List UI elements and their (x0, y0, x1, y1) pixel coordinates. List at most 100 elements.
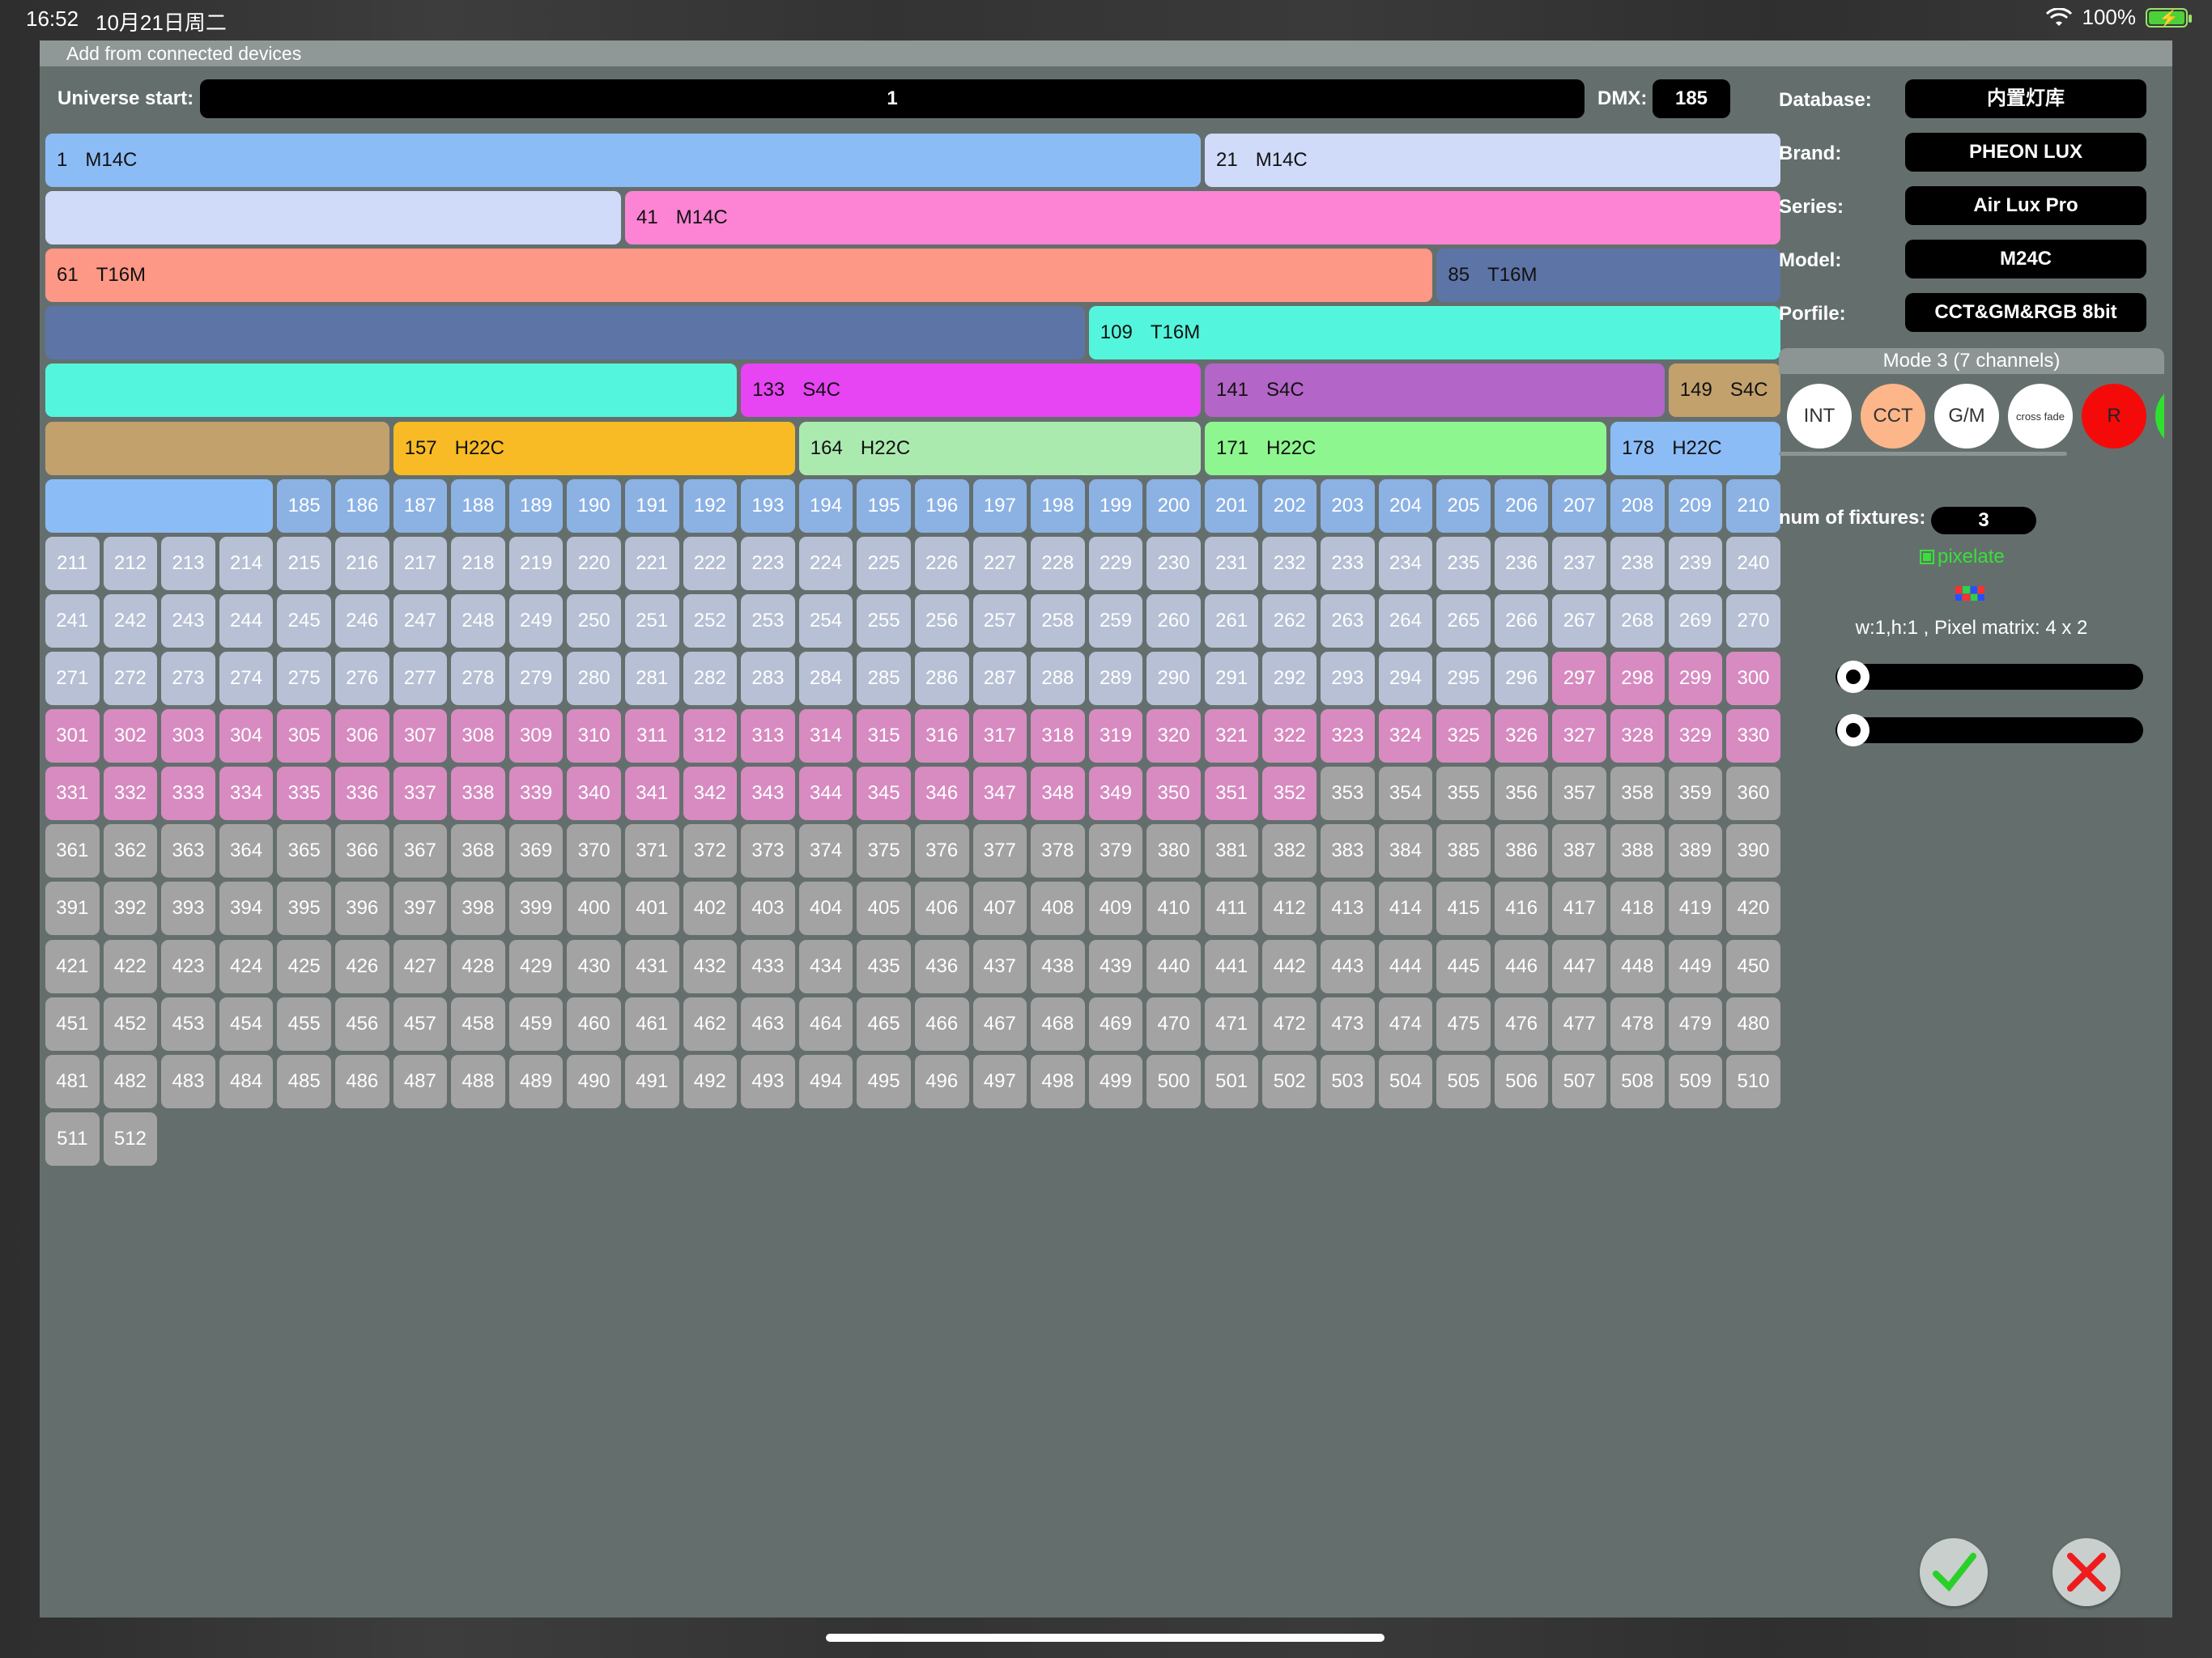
dmx-channel-cell[interactable]: 284 (798, 651, 853, 705)
dmx-channel-cell[interactable]: 232 (1262, 536, 1317, 590)
dmx-channel-cell[interactable]: 430 (567, 939, 621, 993)
dmx-channel-cell[interactable]: 273 (161, 651, 215, 705)
dmx-channel-cell[interactable]: 504 (1378, 1054, 1433, 1108)
dmx-channel-cell[interactable]: 438 (1031, 939, 1085, 993)
dmx-channel-cell[interactable]: 482 (103, 1054, 158, 1108)
dmx-channel-cell[interactable]: 418 (1610, 882, 1665, 936)
dmx-channel-cell[interactable]: 493 (741, 1054, 795, 1108)
dmx-channel-cell[interactable]: 266 (1494, 593, 1549, 648)
dmx-channel-cell[interactable]: 465 (857, 997, 911, 1051)
dmx-channel-cell[interactable]: 385 (1436, 824, 1491, 878)
dmx-channel-cell[interactable]: 332 (103, 767, 158, 821)
dmx-channel-cell[interactable]: 370 (567, 824, 621, 878)
dmx-channel-cell[interactable]: 302 (103, 709, 158, 763)
dmx-channel-cell[interactable]: 491 (624, 1054, 679, 1108)
dmx-channel-cell[interactable]: 189 (508, 478, 564, 533)
channel-cross-fade[interactable]: cross fade (2008, 384, 2073, 449)
dmx-channel-cell[interactable]: 398 (451, 882, 505, 936)
dmx-channel-cell[interactable]: 365 (277, 824, 331, 878)
dmx-channel-cell[interactable]: 431 (624, 939, 679, 993)
dmx-channel-cell[interactable]: 444 (1378, 939, 1433, 993)
dmx-channel-cell[interactable]: 497 (972, 1054, 1027, 1108)
dmx-channel-cell[interactable]: 435 (857, 939, 911, 993)
dmx-channel-cell[interactable]: 249 (508, 593, 564, 648)
dmx-channel-cell[interactable]: 502 (1262, 1054, 1317, 1108)
dmx-channel-cell[interactable]: 250 (567, 593, 621, 648)
dmx-channel-cell[interactable]: 363 (161, 824, 215, 878)
dmx-channel-cell[interactable]: 303 (161, 709, 215, 763)
dmx-channel-cell[interactable]: 394 (219, 882, 274, 936)
dmx-channel-cell[interactable]: 342 (683, 767, 738, 821)
dmx-channel-cell[interactable]: 422 (103, 939, 158, 993)
dmx-channel-cell[interactable]: 192 (683, 478, 738, 533)
channel-int[interactable]: INT (1787, 384, 1852, 449)
dmx-channel-cell[interactable]: 186 (334, 478, 389, 533)
fixture-block[interactable]: 41 M14C (625, 191, 1780, 245)
dmx-channel-cell[interactable]: 337 (393, 767, 448, 821)
dmx-channel-cell[interactable]: 480 (1726, 997, 1780, 1051)
dmx-channel-cell[interactable]: 382 (1262, 824, 1317, 878)
dmx-channel-cell[interactable]: 407 (972, 882, 1027, 936)
dmx-channel-cell[interactable]: 421 (45, 939, 100, 993)
dmx-channel-cell[interactable]: 219 (508, 536, 564, 590)
fixture-block[interactable] (45, 478, 274, 533)
dmx-channel-cell[interactable]: 443 (1321, 939, 1375, 993)
dmx-channel-cell[interactable]: 393 (161, 882, 215, 936)
dmx-channel-cell[interactable]: 381 (1204, 824, 1259, 878)
dmx-channel-cell[interactable]: 321 (1204, 709, 1259, 763)
dmx-channel-cell[interactable]: 501 (1204, 1054, 1259, 1108)
dmx-channel-cell[interactable]: 496 (914, 1054, 969, 1108)
dmx-channel-cell[interactable]: 335 (277, 767, 331, 821)
dmx-channel-cell[interactable]: 254 (798, 593, 853, 648)
dmx-channel-cell[interactable]: 312 (683, 709, 738, 763)
dmx-channel-cell[interactable]: 214 (219, 536, 274, 590)
fixture-block[interactable]: 178 H22C (1610, 421, 1780, 475)
dmx-channel-cell[interactable]: 310 (567, 709, 621, 763)
dmx-channel-cell[interactable]: 488 (451, 1054, 505, 1108)
dmx-channel-cell[interactable]: 414 (1378, 882, 1433, 936)
dmx-channel-cell[interactable]: 355 (1436, 767, 1491, 821)
home-indicator[interactable] (826, 1634, 1385, 1642)
dmx-channel-cell[interactable]: 215 (277, 536, 331, 590)
dmx-channel-cell[interactable]: 364 (219, 824, 274, 878)
dmx-channel-cell[interactable]: 508 (1610, 1054, 1665, 1108)
dmx-channel-cell[interactable]: 271 (45, 651, 100, 705)
dmx-channel-cell[interactable]: 356 (1494, 767, 1549, 821)
dmx-channel-cell[interactable]: 447 (1552, 939, 1607, 993)
dmx-channel-cell[interactable]: 283 (741, 651, 795, 705)
dmx-channel-cell[interactable]: 234 (1378, 536, 1433, 590)
dmx-channel-cell[interactable]: 362 (103, 824, 158, 878)
dmx-channel-cell[interactable]: 264 (1378, 593, 1433, 648)
dmx-channel-cell[interactable]: 262 (1262, 593, 1317, 648)
dmx-channel-cell[interactable]: 338 (451, 767, 505, 821)
dmx-channel-cell[interactable]: 244 (219, 593, 274, 648)
dmx-channel-cell[interactable]: 320 (1146, 709, 1201, 763)
dmx-channel-cell[interactable]: 383 (1321, 824, 1375, 878)
fixture-block[interactable]: 109 T16M (1088, 306, 1780, 360)
dmx-channel-cell[interactable]: 469 (1088, 997, 1143, 1051)
dmx-channel-cell[interactable]: 212 (103, 536, 158, 590)
dmx-channel-cell[interactable]: 336 (334, 767, 389, 821)
dmx-channel-cell[interactable]: 221 (624, 536, 679, 590)
dmx-channel-cell[interactable]: 399 (508, 882, 564, 936)
dmx-channel-cell[interactable]: 377 (972, 824, 1027, 878)
dmx-channel-cell[interactable]: 361 (45, 824, 100, 878)
dmx-channel-cell[interactable]: 390 (1726, 824, 1780, 878)
dmx-channel-cell[interactable]: 218 (451, 536, 505, 590)
dmx-channel-cell[interactable]: 315 (857, 709, 911, 763)
dmx-channel-cell[interactable]: 410 (1146, 882, 1201, 936)
dmx-channel-cell[interactable]: 326 (1494, 709, 1549, 763)
dmx-channel-cell[interactable]: 389 (1668, 824, 1723, 878)
height-slider[interactable] (1836, 714, 2143, 746)
dmx-channel-cell[interactable]: 298 (1610, 651, 1665, 705)
fixture-block[interactable]: 1 M14C (45, 134, 1201, 187)
dmx-channel-cell[interactable]: 429 (508, 939, 564, 993)
dmx-channel-cell[interactable]: 333 (161, 767, 215, 821)
dmx-channel-cell[interactable]: 238 (1610, 536, 1665, 590)
dmx-channel-cell[interactable]: 314 (798, 709, 853, 763)
dmx-channel-cell[interactable]: 327 (1552, 709, 1607, 763)
dmx-channel-cell[interactable]: 328 (1610, 709, 1665, 763)
dmx-channel-cell[interactable]: 481 (45, 1054, 100, 1108)
slider-knob[interactable] (1837, 661, 1870, 693)
dmx-channel-cell[interactable]: 372 (683, 824, 738, 878)
